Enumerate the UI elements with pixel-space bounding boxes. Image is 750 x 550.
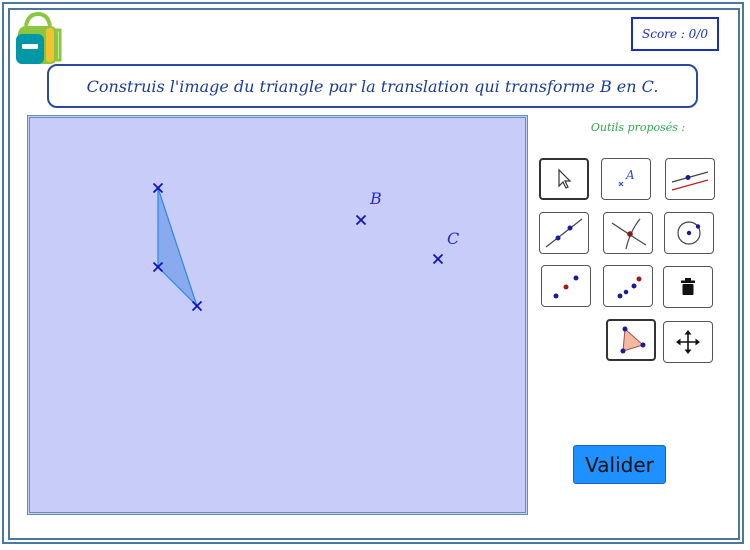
- trash-icon: [681, 278, 695, 295]
- vector-tool-button[interactable]: [541, 265, 591, 307]
- validate-button[interactable]: Valider: [573, 445, 666, 484]
- point-c[interactable]: [432, 253, 444, 265]
- vector-from-point-icon: [553, 275, 579, 299]
- text-label-tool-button[interactable]: A: [601, 158, 651, 200]
- parallel-line-tool-button[interactable]: [665, 158, 715, 200]
- tools-title: Outils proposés :: [590, 121, 686, 134]
- point-b[interactable]: [355, 214, 367, 226]
- line-through-two-points-icon: [545, 218, 583, 248]
- svg-text:A: A: [625, 168, 635, 182]
- move-tool-button[interactable]: [539, 158, 589, 200]
- point-c-label: C: [447, 229, 459, 248]
- polygon-tool-button[interactable]: [606, 319, 656, 361]
- parallel-line-icon: [671, 171, 709, 191]
- backpack-logo-icon: [12, 11, 64, 66]
- intersection-tool-button[interactable]: [603, 212, 653, 254]
- pan-tool-button[interactable]: [663, 321, 713, 363]
- pointer-arrow-icon: [558, 168, 572, 189]
- move-cross-arrows-icon: [676, 330, 700, 354]
- translate-by-vector-tool-button[interactable]: [603, 265, 653, 307]
- instruction-banner: Construis l'image du triangle par la tra…: [47, 64, 698, 108]
- polygon-icon: [620, 326, 646, 354]
- circle-tool-button[interactable]: [664, 212, 714, 254]
- score-display: Score : 0/0: [631, 17, 719, 51]
- translate-by-vector-icon: [617, 276, 642, 299]
- geometry-canvas[interactable]: B C: [27, 115, 528, 515]
- circle-center-point-icon: [677, 221, 701, 245]
- vertex-3[interactable]: [191, 300, 203, 312]
- point-with-label-icon: A: [618, 168, 635, 187]
- point-b-label: B: [369, 189, 382, 208]
- delete-tool-button[interactable]: [663, 266, 713, 308]
- line-tool-button[interactable]: [539, 212, 589, 254]
- intersect-two-objects-icon: [611, 218, 647, 250]
- triangle[interactable]: [157, 187, 198, 307]
